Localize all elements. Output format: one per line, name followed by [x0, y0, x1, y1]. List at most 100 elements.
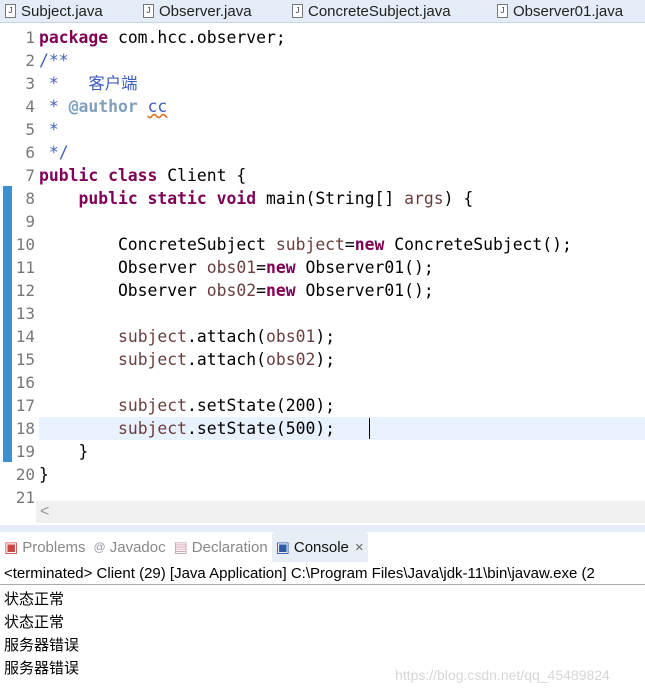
- horizontal-scrollbar[interactable]: <: [36, 501, 645, 523]
- at-icon: @: [93, 540, 106, 554]
- line-number: 18: [15, 419, 35, 438]
- code-token: .setState(200);: [187, 396, 336, 415]
- code-token: );: [315, 350, 336, 369]
- tab-label: Observer01.java: [513, 2, 624, 20]
- code-token: obs02: [206, 281, 257, 300]
- editor-tab-bar: J Subject.java J Observer.java J ConcreteSu…: [0, 0, 645, 23]
- code-line[interactable]: [39, 371, 645, 394]
- code-token: ConcreteSubject: [39, 235, 276, 254]
- line-number: 21: [15, 488, 35, 507]
- panel-separator[interactable]: [0, 525, 645, 532]
- code-line[interactable]: * 客户端: [39, 72, 645, 95]
- console-output-line: 状态正常: [4, 591, 65, 608]
- code-token: .attach(: [187, 327, 266, 346]
- code-editor[interactable]: 1 2 3 4 5 6 7 8 9 10 11 12 13 14 15 16 17 18 19 20 21 packag…: [0, 23, 645, 525]
- code-token: *: [39, 120, 59, 139]
- line-number: 8: [25, 189, 35, 208]
- code-line[interactable]: [39, 210, 645, 233]
- console-output-line: 服务器错误: [4, 637, 80, 654]
- line-number: 7: [25, 166, 35, 185]
- code-token: obs01: [206, 258, 257, 277]
- tab-problems[interactable]: ▣ Problems: [0, 532, 90, 562]
- close-icon[interactable]: ×: [355, 539, 364, 556]
- scroll-left-icon[interactable]: <: [40, 503, 49, 520]
- line-number: 15: [15, 350, 35, 369]
- code-token: =: [256, 281, 266, 300]
- code-line[interactable]: public static void main(String[] args) {: [39, 187, 645, 210]
- code-line[interactable]: }: [39, 463, 645, 486]
- tab-concretesubject-java[interactable]: J ConcreteSubject.java: [292, 0, 451, 22]
- code-line[interactable]: subject.setState(200);: [39, 394, 645, 417]
- code-token: }: [39, 442, 89, 461]
- line-number: 4: [25, 97, 35, 116]
- code-line[interactable]: subject.attach(obs01);: [39, 325, 645, 348]
- line-number: 3: [25, 74, 35, 93]
- code-line[interactable]: public class Client {: [39, 164, 645, 187]
- code-line[interactable]: }: [39, 440, 645, 463]
- code-token: =: [256, 258, 266, 277]
- code-token: );: [315, 327, 336, 346]
- line-number: 6: [25, 143, 35, 162]
- code-line[interactable]: *: [39, 118, 645, 141]
- code-token: new: [265, 281, 296, 300]
- code-token: * 客户端: [39, 74, 138, 93]
- line-number: 1: [25, 28, 35, 47]
- code-token: subject: [117, 327, 188, 346]
- console-icon: ▣: [275, 539, 290, 556]
- code-token: public static void: [78, 189, 257, 208]
- java-file-icon: J: [497, 4, 508, 18]
- code-token: Observer: [39, 281, 207, 300]
- code-token: obs02: [265, 350, 316, 369]
- code-token: @author: [68, 97, 138, 116]
- code-token: obs01: [265, 327, 316, 346]
- code-token: new: [265, 258, 296, 277]
- line-number: 19: [15, 442, 35, 461]
- code-token: public class: [39, 166, 158, 185]
- tab-label: Javadoc: [109, 538, 166, 556]
- console-output-line: 状态正常: [4, 614, 65, 631]
- code-line[interactable]: ConcreteSubject subject=new ConcreteSubj…: [39, 233, 645, 256]
- code-token: Observer: [39, 258, 207, 277]
- code-token: */: [39, 143, 69, 162]
- line-number: 10: [15, 235, 35, 254]
- view-tab-bar: ▣ Problems @ Javadoc ▤ Declaration ▣ Console…: [0, 532, 645, 562]
- code-line[interactable]: [39, 302, 645, 325]
- code-token: subject: [117, 419, 188, 438]
- tab-label: Problems: [22, 538, 86, 556]
- tab-observer01-java[interactable]: J Observer01.java: [497, 0, 623, 22]
- code-line[interactable]: package com.hcc.observer;: [39, 26, 645, 49]
- code-token: com.hcc.observer;: [108, 28, 286, 47]
- code-line[interactable]: subject.attach(obs02);: [39, 348, 645, 371]
- line-number: 9: [25, 212, 35, 231]
- line-number: 13: [15, 304, 35, 323]
- tab-label: ConcreteSubject.java: [308, 2, 451, 20]
- line-number: 16: [15, 373, 35, 392]
- tab-console[interactable]: ▣ Console ×: [271, 532, 368, 562]
- tab-declaration[interactable]: ▤ Declaration: [170, 532, 272, 562]
- tab-javadoc[interactable]: @ Javadoc: [90, 532, 170, 562]
- code-token: cc: [147, 97, 168, 116]
- code-line[interactable]: * @author cc: [39, 95, 645, 118]
- code-line[interactable]: Observer obs01=new Observer01();: [39, 256, 645, 279]
- tab-observer-java[interactable]: J Observer.java: [143, 0, 252, 22]
- code-token: *: [39, 97, 69, 116]
- code-line[interactable]: subject.setState(500);: [39, 417, 645, 440]
- line-number: 2: [25, 51, 35, 70]
- code-token: subject: [275, 235, 345, 254]
- code-line[interactable]: Observer obs02=new Observer01();: [39, 279, 645, 302]
- tab-label: Declaration: [191, 538, 268, 556]
- watermark: https://blog.csdn.net/qq_45489824: [395, 667, 610, 683]
- java-file-icon: J: [5, 4, 16, 18]
- line-number: 14: [15, 327, 35, 346]
- tab-subject-java[interactable]: J Subject.java: [5, 0, 103, 22]
- line-number: 17: [15, 396, 35, 415]
- code-line[interactable]: */: [39, 141, 645, 164]
- console-header: <terminated> Client (29) [Java Applicati…: [4, 565, 595, 582]
- code-line[interactable]: /**: [39, 49, 645, 72]
- java-file-icon: J: [292, 4, 303, 18]
